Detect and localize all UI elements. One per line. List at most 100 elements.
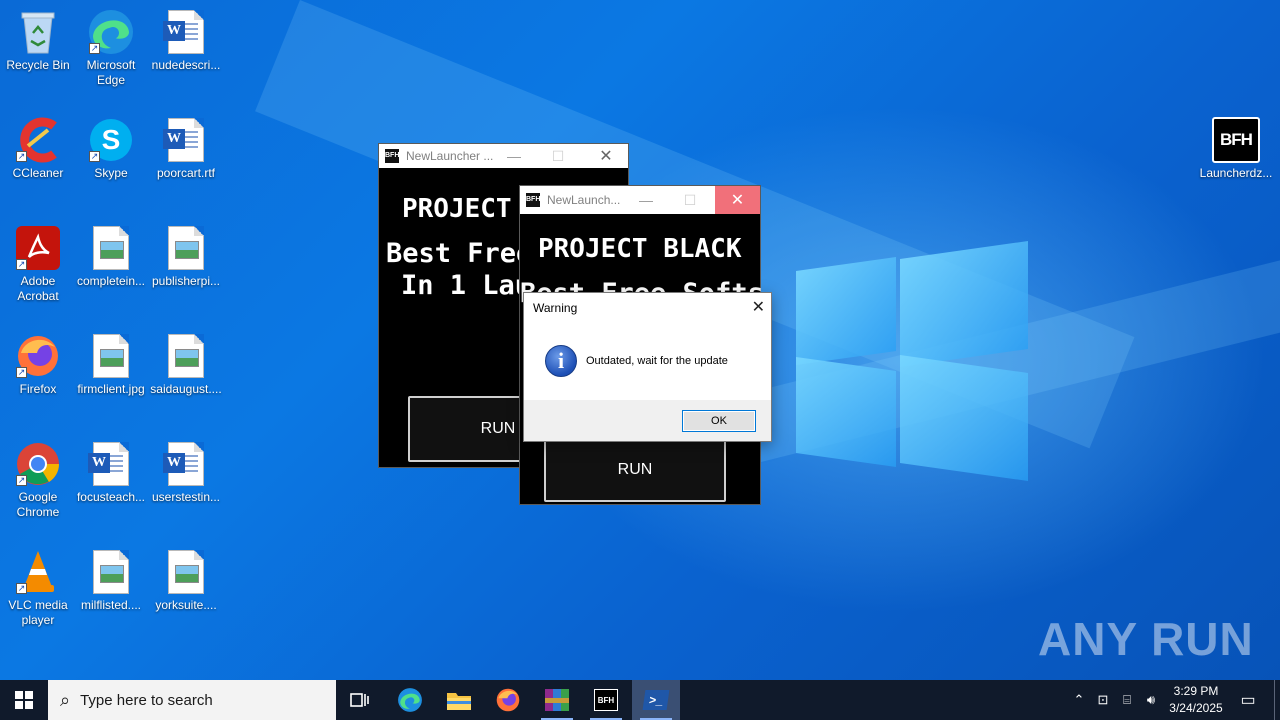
launcher-title: PROJECT BLACK [538,234,742,264]
close-button[interactable]: ✕ [584,144,628,168]
windows-start-icon [15,691,33,709]
notification-icon[interactable]: ▭ [1236,680,1260,720]
run-button[interactable]: RUN [544,438,726,502]
app-icon: BFH [526,193,540,207]
show-hidden-icons-button[interactable]: ⌃ [1068,680,1090,720]
shortcut-arrow-icon: ↗ [16,367,27,378]
clock-date: 3/24/2025 [1169,701,1223,715]
winrar-icon [545,689,569,711]
meet-now-icon[interactable]: ⊡ [1092,680,1114,720]
show-desktop-button[interactable] [1274,680,1280,720]
recycle-bin-icon [14,8,62,56]
ccleaner-icon: ↗ [14,116,62,164]
search-placeholder: Type here to search [80,691,213,709]
bfh-launcher-icon: BFH [594,689,618,711]
shortcut-arrow-icon: ↗ [16,583,27,594]
desktop-icon-recycle-bin[interactable]: Recycle Bin [0,8,76,73]
desktop-icon-file-firmclient[interactable]: firmclient.jpg [73,332,149,397]
window-titlebar[interactable]: BFH NewLauncher ... — ☐ ✕ [379,144,628,168]
word-doc-icon: W [162,440,210,488]
close-icon[interactable]: ✕ [752,297,765,317]
volume-icon[interactable]: 🔊︎ [1140,680,1162,720]
close-button[interactable]: ✕ [715,186,760,214]
desktop-icon-firefox[interactable]: ↗ Firefox [0,332,76,397]
shortcut-arrow-icon: ↗ [16,259,27,270]
desktop-icon-skype[interactable]: S ↗ Skype [73,116,149,181]
taskbar-winrar[interactable] [533,680,581,720]
image-file-icon [87,548,135,596]
firefox-icon [496,688,520,712]
folder-icon [447,693,471,710]
window-titlebar[interactable]: BFH NewLaunch... — ☐ ✕ [520,186,760,214]
powershell-icon: >_ [642,690,670,710]
window-title: NewLaunch... [547,193,621,207]
desktop-icon-file-yorksuite[interactable]: yorksuite.... [148,548,224,613]
ok-button[interactable]: OK [682,410,756,432]
start-button[interactable] [0,680,48,720]
bfh-launcher-icon: BFH [1212,116,1260,164]
desktop-icon-adobe-acrobat[interactable]: ↗ Adobe Acrobat [0,224,76,304]
app-icon: BFH [385,149,399,163]
desktop-icon-file-poorcart[interactable]: W poorcart.rtf [148,116,224,181]
word-doc-icon: W [87,440,135,488]
minimize-button[interactable]: — [624,186,668,214]
shortcut-arrow-icon: ↗ [89,43,100,54]
firefox-icon: ↗ [14,332,62,380]
vlc-icon: ↗ [14,548,62,596]
image-file-icon [87,224,135,272]
skype-icon: S ↗ [87,116,135,164]
desktop-icon-microsoft-edge[interactable]: ↗ Microsoft Edge [73,8,149,88]
taskbar: ⌕ Type here to search BFH >_ ⌃ ⊡ ⌸ 🔊︎ 3:… [0,680,1280,720]
launcher-subtitle-line2: In 1 Lau [401,270,532,301]
launcher-title: PROJECT [402,194,512,224]
desktop-icon-file-saidaugust[interactable]: saidaugust.... [148,332,224,397]
image-file-icon [162,332,210,380]
desktop-icon-file-nudedescri[interactable]: W nudedescri... [148,8,224,73]
maximize-button[interactable]: ☐ [668,186,712,214]
launcher-subtitle-line1: Best Free [386,238,533,269]
taskbar-bfh-launcher[interactable]: BFH [582,680,630,720]
taskbar-clock[interactable]: 3:29 PM 3/24/2025 [1160,683,1232,717]
desktop-icon-file-focusteach[interactable]: W focusteach... [73,440,149,505]
desktop-icon-file-publisherpi[interactable]: publisherpi... [148,224,224,289]
desktop-icon-google-chrome[interactable]: ↗ Google Chrome [0,440,76,520]
shortcut-arrow-icon: ↗ [16,151,27,162]
taskbar-search-box[interactable]: ⌕ Type here to search [48,680,336,720]
dialog-title: Warning [533,301,578,315]
network-icon[interactable]: ⌸ [1116,680,1138,720]
desktop-icon-file-milflisted[interactable]: milflisted.... [73,548,149,613]
warning-dialog[interactable]: Warning ✕ i Outdated, wait for the updat… [523,292,772,442]
word-doc-icon: W [162,116,210,164]
desktop-icon-launcher[interactable]: BFH Launcherdz... [1198,116,1274,181]
taskbar-file-explorer[interactable] [435,680,483,720]
maximize-button[interactable]: ☐ [536,144,580,168]
chrome-icon: ↗ [14,440,62,488]
dialog-footer: OK [524,400,771,441]
task-view-icon [350,693,369,707]
clock-time: 3:29 PM [1173,684,1219,698]
search-icon: ⌕ [60,689,71,710]
task-view-button[interactable] [336,680,384,720]
info-icon: i [545,345,577,377]
desktop-icon-file-userstestin[interactable]: W userstestin... [148,440,224,505]
image-file-icon [162,548,210,596]
image-file-icon [162,224,210,272]
taskbar-edge[interactable] [386,680,434,720]
edge-icon [398,688,422,712]
minimize-button[interactable]: — [492,144,536,168]
edge-icon: ↗ [87,8,135,56]
windows-logo [796,241,1030,481]
taskbar-firefox[interactable] [484,680,532,720]
desktop-icon-vlc[interactable]: ↗ VLC media player [0,548,76,628]
anyrun-watermark: ANY RUN [1038,613,1254,665]
word-doc-icon: W [162,8,210,56]
dialog-message: Outdated, wait for the update [586,355,728,367]
shortcut-arrow-icon: ↗ [89,151,100,162]
desktop-icon-file-completein[interactable]: completein... [73,224,149,289]
image-file-icon [87,332,135,380]
window-title: NewLauncher ... [406,149,494,163]
taskbar-powershell[interactable]: >_ [632,680,680,720]
shortcut-arrow-icon: ↗ [16,475,27,486]
acrobat-icon: ↗ [14,224,62,272]
desktop-icon-ccleaner[interactable]: ↗ CCleaner [0,116,76,181]
